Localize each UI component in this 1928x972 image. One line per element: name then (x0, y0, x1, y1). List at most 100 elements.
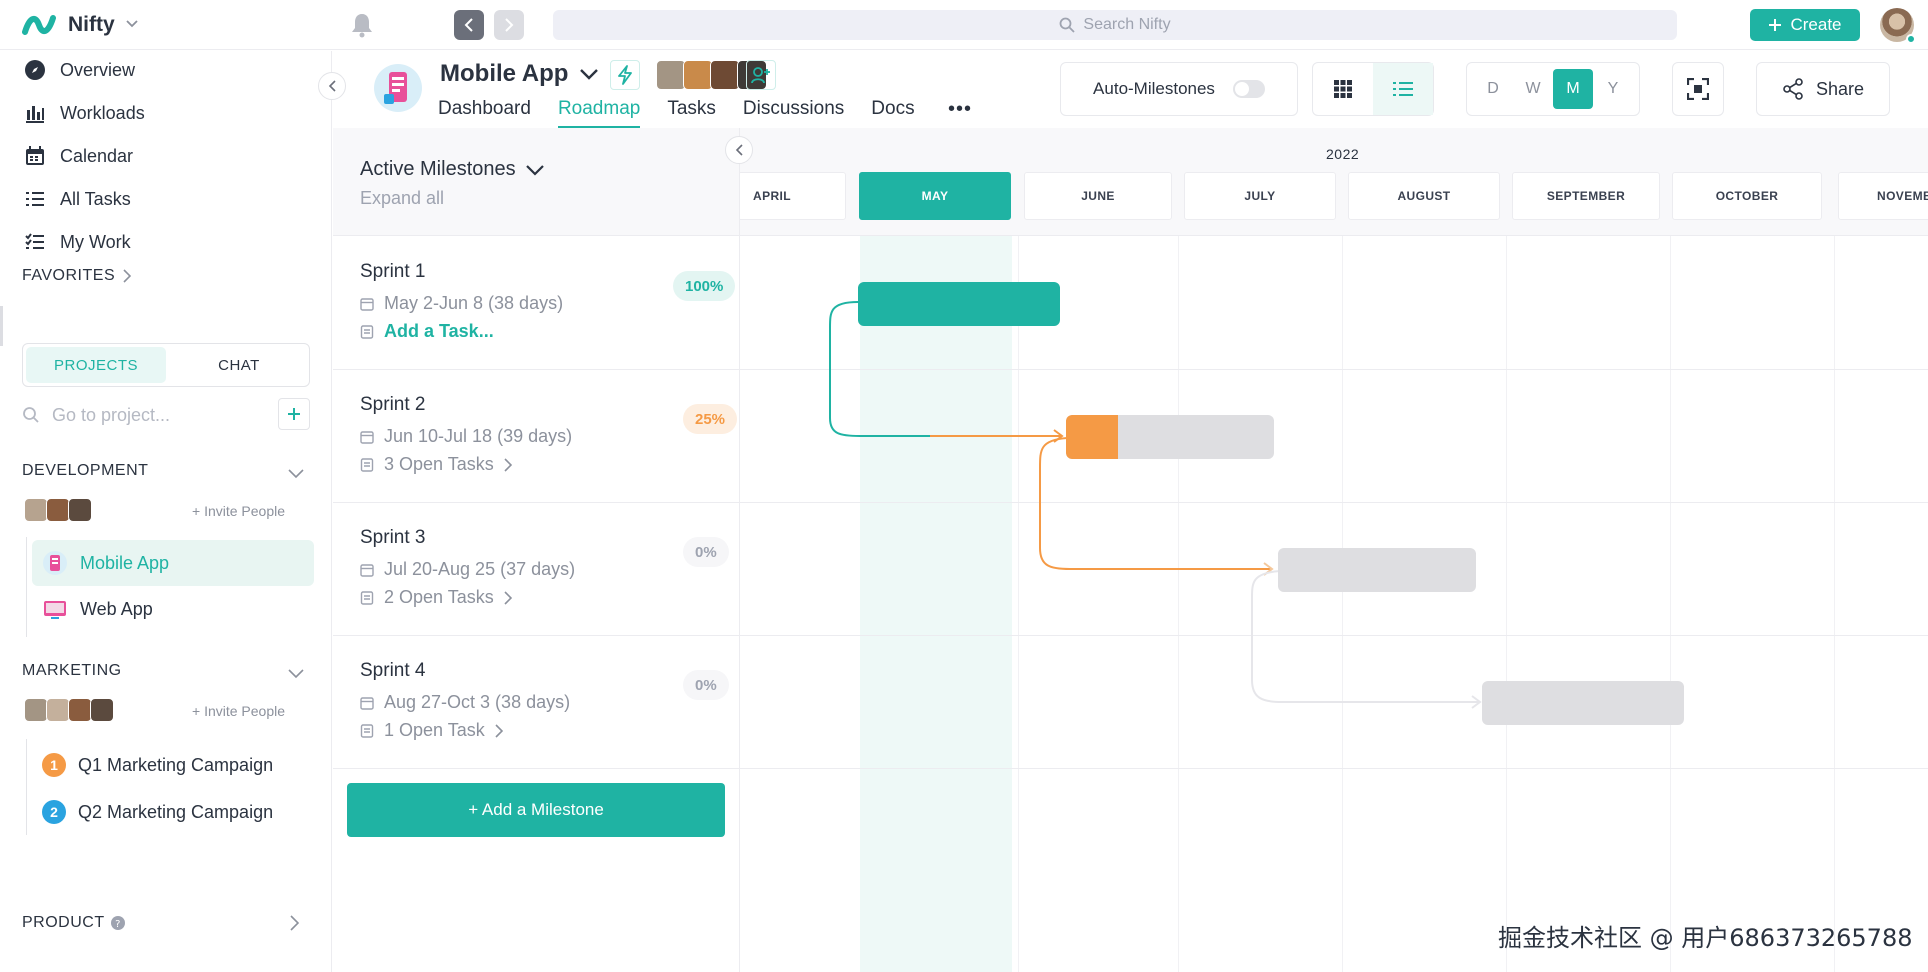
more-tabs-button[interactable]: ••• (948, 98, 972, 121)
chevron-down-icon[interactable] (126, 20, 138, 28)
chevron-down-icon (525, 164, 544, 176)
task-list-icon (360, 590, 374, 605)
active-milestones-dropdown[interactable]: Active Milestones (360, 158, 544, 181)
project-search-input[interactable]: Go to project... (22, 398, 272, 432)
chevron-left-icon (464, 18, 473, 32)
list-icon (26, 192, 44, 206)
back-button[interactable] (454, 10, 484, 40)
chevron-down-icon[interactable] (288, 669, 304, 679)
milestone-name: Sprint 1 (360, 261, 426, 282)
tab-chat[interactable]: CHAT (169, 344, 309, 386)
scale-day-button[interactable]: D (1473, 69, 1513, 109)
chevron-left-icon (328, 80, 336, 92)
tab-tasks[interactable]: Tasks (667, 98, 716, 128)
sidebar-item-label: Workloads (60, 102, 145, 123)
scale-year-button[interactable]: Y (1593, 69, 1633, 109)
chevron-right-icon[interactable] (290, 915, 299, 931)
milestone-row[interactable]: Sprint 2 Jun 10-Jul 18 (39 days) 3 Open … (333, 370, 739, 503)
favorites-header[interactable]: FAVORITES (22, 267, 132, 285)
project-label: Q1 Marketing Campaign (78, 754, 274, 775)
share-button[interactable]: Share (1756, 62, 1890, 116)
project-mobile-app[interactable]: Mobile App (32, 540, 314, 586)
chevron-right-icon (123, 269, 132, 283)
milestone-row[interactable]: Sprint 4 Aug 27-Oct 3 (38 days) 1 Open T… (333, 636, 739, 769)
milestones-panel-header (333, 128, 739, 236)
marketing-members[interactable] (24, 698, 114, 722)
task-list-icon (360, 723, 374, 738)
list-view-button[interactable] (1373, 63, 1433, 115)
bell-icon[interactable] (350, 12, 374, 38)
search-icon (1060, 17, 1076, 33)
open-tasks-link[interactable]: 3 Open Tasks (360, 454, 512, 475)
app-logo[interactable]: Nifty (22, 10, 115, 40)
create-label: Create (1790, 15, 1842, 34)
group-header-development[interactable]: DEVELOPMENT (22, 462, 148, 480)
milestone-dates-text: Aug 27-Oct 3 (38 days) (384, 692, 571, 712)
automation-button[interactable] (610, 60, 640, 90)
grid-view-button[interactable] (1313, 63, 1373, 115)
add-project-button[interactable] (278, 398, 310, 430)
time-scale-selector: D W M Y (1466, 62, 1640, 116)
group-header-product[interactable]: PRODUCT ? (22, 914, 125, 932)
lightning-icon (618, 65, 632, 85)
tab-roadmap[interactable]: Roadmap (557, 98, 641, 128)
sidebar-item-workloads[interactable]: Workloads (24, 102, 145, 124)
fullscreen-button[interactable] (1672, 62, 1724, 116)
avatar (683, 60, 713, 90)
forward-button[interactable] (494, 10, 524, 40)
tab-projects[interactable]: PROJECTS (26, 347, 166, 383)
tab-discussions[interactable]: Discussions (743, 98, 844, 128)
collapse-sidebar-button[interactable] (318, 72, 346, 100)
scale-month-button[interactable]: M (1553, 69, 1593, 109)
add-task-link[interactable]: Add a Task... (360, 321, 494, 342)
add-member-button[interactable] (746, 60, 776, 90)
project-title-text: Mobile App (440, 60, 569, 87)
task-list-icon (360, 457, 374, 472)
sidebar-item-overview[interactable]: Overview (24, 59, 135, 81)
calendar-icon (360, 297, 374, 311)
development-members[interactable] (24, 498, 92, 522)
open-tasks-link[interactable]: 1 Open Task (360, 720, 503, 741)
milestone-bar-sprint-2[interactable] (1066, 415, 1274, 459)
avatar (46, 698, 70, 722)
chevron-down-icon[interactable] (288, 469, 304, 479)
milestone-row[interactable]: Sprint 1 May 2-Jun 8 (38 days) Add a Tas… (333, 237, 739, 370)
app-name: Nifty (68, 13, 115, 36)
add-milestone-button[interactable]: + Add a Milestone (347, 783, 725, 837)
milestone-bar-sprint-1[interactable] (858, 282, 1060, 326)
expand-all-link[interactable]: Expand all (360, 188, 444, 209)
collapse-milestones-button[interactable] (725, 136, 753, 164)
project-number-badge: 1 (42, 753, 66, 777)
create-button[interactable]: Create (1750, 9, 1860, 41)
project-title[interactable]: Mobile App (440, 60, 599, 88)
group-header-marketing[interactable]: MARKETING (22, 662, 122, 680)
search-input[interactable]: Search Nifty (553, 10, 1677, 40)
tab-dashboard[interactable]: Dashboard (438, 98, 531, 128)
open-tasks-link[interactable]: 2 Open Tasks (360, 587, 512, 608)
tab-docs[interactable]: Docs (871, 98, 914, 128)
project-web-app[interactable]: Web App (32, 586, 314, 632)
project-search-placeholder: Go to project... (52, 404, 171, 425)
avatar (68, 498, 92, 522)
chevron-right-icon (504, 457, 512, 472)
calendar-icon (26, 146, 44, 165)
auto-milestones-control[interactable]: Auto-Milestones (1060, 62, 1298, 116)
project-q1-marketing-campaign[interactable]: 1 Q1 Marketing Campaign (32, 742, 314, 788)
invite-people-link[interactable]: + Invite People (192, 703, 285, 719)
invite-people-link[interactable]: + Invite People (192, 503, 285, 519)
sidebar-item-label: Overview (60, 59, 136, 80)
chevron-down-icon (580, 69, 599, 80)
avatar (68, 698, 92, 722)
milestone-bar-sprint-4[interactable] (1482, 681, 1684, 725)
sidebar-item-my-work[interactable]: My Work (24, 231, 131, 253)
auto-milestones-toggle[interactable] (1232, 80, 1265, 98)
project-q2-marketing-campaign[interactable]: 2 Q2 Marketing Campaign (32, 789, 314, 835)
sidebar-item-all-tasks[interactable]: All Tasks (24, 188, 131, 210)
progress-badge: 25% (683, 404, 738, 434)
scale-week-button[interactable]: W (1513, 69, 1553, 109)
sidebar-item-calendar[interactable]: Calendar (24, 145, 133, 167)
milestone-dates-text: May 2-Jun 8 (38 days) (384, 293, 564, 313)
favorites-label: FAVORITES (22, 267, 116, 284)
milestone-row[interactable]: Sprint 3 Jul 20-Aug 25 (37 days) 2 Open … (333, 503, 739, 636)
milestone-bar-sprint-3[interactable] (1278, 548, 1476, 592)
